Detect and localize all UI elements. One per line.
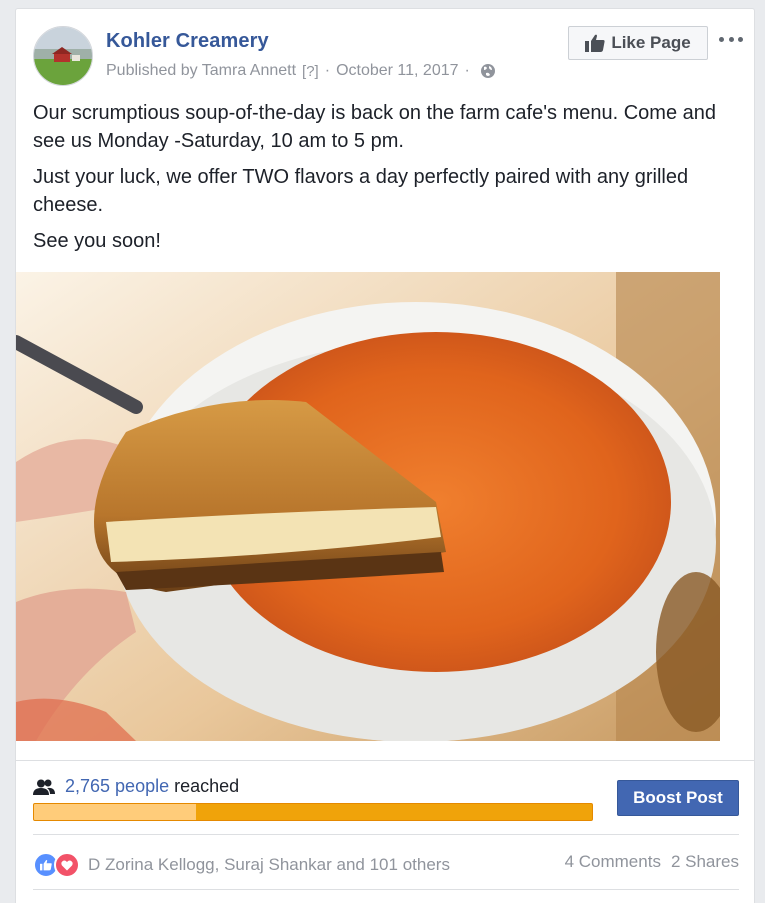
reach-count-link[interactable]: 2,765 people [65,776,169,797]
post-photo[interactable] [16,272,720,741]
page-name-link[interactable]: Kohler Creamery [106,30,269,53]
thumbs-up-icon [585,34,605,52]
people-icon [33,779,55,795]
boost-post-button[interactable]: Boost Post [617,780,739,816]
post-card: Kohler Creamery Published by Tamra Annet… [15,8,755,903]
reactors-text: D Zorina Kellogg, Suraj Shankar and 101 … [88,855,450,874]
help-marker[interactable]: [?] [302,63,319,80]
meta-separator: · [464,62,470,79]
like-page-button[interactable]: Like Page [568,26,708,60]
reach-bar-organic [34,804,196,820]
reach-progress-bar [33,803,593,821]
ellipsis-icon[interactable] [719,29,743,49]
engagement-bar: D Zorina Kellogg, Suraj Shankar and 101 … [33,834,739,890]
post-paragraph: See you soon! [33,230,161,252]
post-date-link[interactable]: October 11, 2017 [336,62,458,80]
globe-icon[interactable] [480,63,496,79]
reach-section: 2,765 people reached Boost Post [16,760,754,835]
shares-count-link[interactable]: 2 Shares [671,852,739,872]
like-page-label: Like Page [611,33,691,52]
reactions-summary[interactable]: D Zorina Kellogg, Suraj Shankar and 101 … [33,852,450,878]
post-paragraph: Our scrumptious soup-of-the-day is back … [33,102,717,152]
meta-separator: · [324,62,331,79]
reach-summary: 2,765 people reached [33,776,239,797]
post-meta: Published by Tamra Annett [?] · October … [106,62,496,80]
reaction-icons [33,852,80,878]
love-icon [54,852,80,878]
post-text: Our scrumptious soup-of-the-day is back … [33,99,733,263]
page-avatar[interactable] [33,26,93,86]
post-paragraph: Just your luck, we offer TWO flavors a d… [33,166,689,216]
reach-suffix: reached [174,776,240,796]
comments-count-link[interactable]: 4 Comments [565,852,661,872]
published-by[interactable]: Published by Tamra Annett [106,62,296,80]
engagement-counts: 4 Comments 2 Shares [565,852,739,872]
